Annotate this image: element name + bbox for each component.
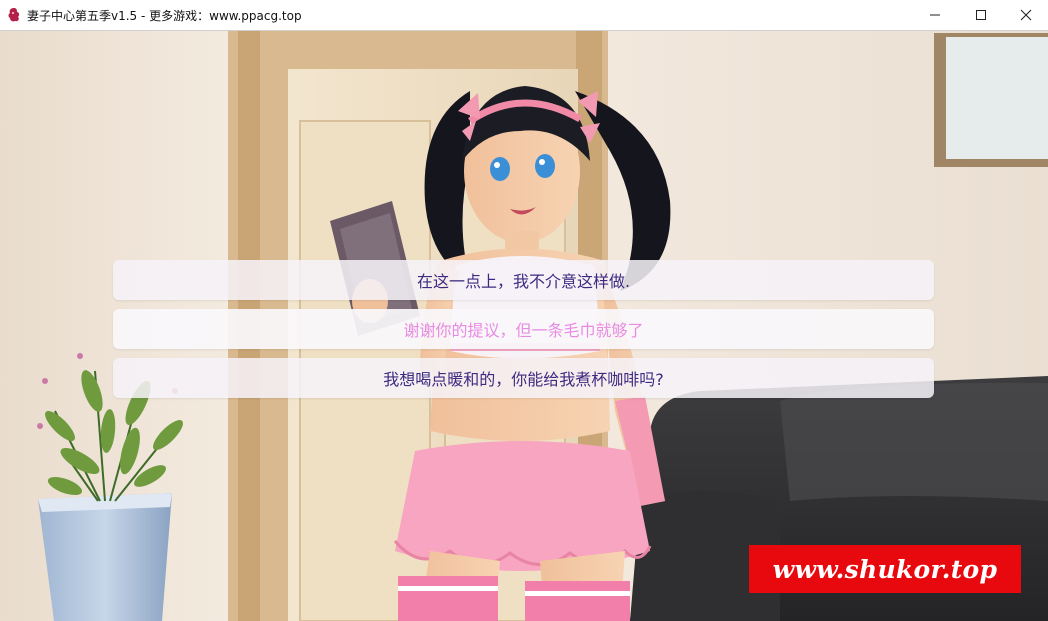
- maximize-button[interactable]: [958, 0, 1004, 30]
- window-title-bar[interactable]: 妻子中心第五季v1.5 - 更多游戏：www.ppacg.top: [0, 0, 1048, 31]
- watermark-text: www.shukor.top: [772, 554, 998, 584]
- window-title: 妻子中心第五季v1.5 - 更多游戏：www.ppacg.top: [27, 9, 302, 23]
- dialogue-choice-2[interactable]: 谢谢你的提议，但一条毛巾就够了: [113, 309, 934, 349]
- dialogue-choice-1[interactable]: 在这一点上，我不介意这样做.: [113, 260, 934, 300]
- game-app-icon: [8, 8, 20, 22]
- watermark-banner: www.shukor.top: [749, 545, 1021, 593]
- dialogue-choice-label: 在这一点上，我不介意这样做.: [416, 272, 631, 291]
- minimize-button[interactable]: [912, 0, 958, 30]
- dialogue-choice-label: 谢谢你的提议，但一条毛巾就够了: [403, 321, 644, 340]
- minimize-icon: [930, 14, 940, 16]
- dialogue-choice-3[interactable]: 我想喝点暖和的，你能给我煮杯咖啡吗?: [113, 358, 934, 398]
- game-viewport[interactable]: 在这一点上，我不介意这样做. 谢谢你的提议，但一条毛巾就够了 我想喝点暖和的，你…: [0, 31, 1048, 621]
- dialogue-choice-label: 我想喝点暖和的，你能给我煮杯咖啡吗?: [383, 370, 664, 389]
- close-button[interactable]: [1003, 0, 1048, 30]
- maximize-icon: [976, 10, 986, 20]
- close-icon: [1020, 9, 1032, 21]
